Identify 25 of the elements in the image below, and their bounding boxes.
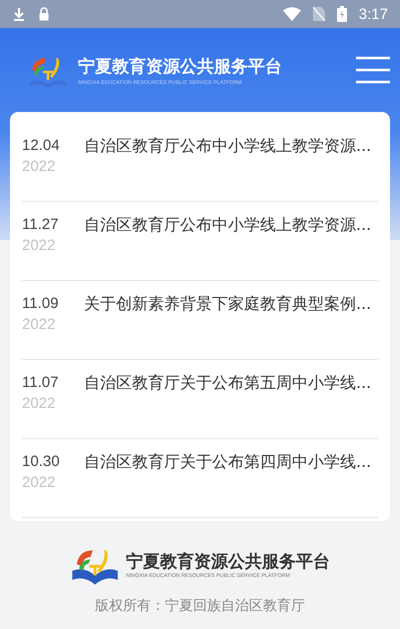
news-date: 11.09 (22, 294, 58, 314)
news-title[interactable]: 自治区教育厅公布中小学线上教学资源... (84, 136, 372, 156)
news-year: 2022 (22, 157, 56, 177)
news-title[interactable]: 自治区教育厅公布中小学线上教学资源... (84, 215, 372, 235)
news-date: 11.07 (22, 373, 58, 393)
news-year: 2022 (22, 473, 56, 493)
news-date: 10.30 (22, 452, 60, 472)
clock-time: 3:17 (358, 6, 388, 22)
news-title[interactable]: 自治区教育厅关于公布第五周中小学线... (84, 373, 372, 393)
platform-title: 宁夏教育资源公共服务平台 (78, 56, 283, 78)
news-date: 12.04 (22, 136, 60, 156)
news-year: 2022 (22, 236, 56, 256)
news-title[interactable]: 关于创新素养背景下家庭教育典型案例... (84, 294, 372, 314)
news-date: 11.27 (22, 215, 58, 235)
download-icon (12, 7, 26, 21)
news-title[interactable]: 自治区教育厅关于公布第四周中小学线... (84, 452, 372, 472)
news-year: 2022 (22, 315, 56, 335)
battery-charging-icon (336, 6, 347, 22)
no-sim-icon (312, 7, 325, 21)
menu-icon[interactable] (356, 56, 390, 84)
platform-title: 宁夏教育资源公共服务平台 (126, 550, 330, 572)
news-year: 2022 (22, 394, 56, 414)
copyright-text: 版权所有：宁夏回族自治区教育厅 (95, 597, 305, 615)
wifi-icon (282, 7, 301, 21)
lock-icon (38, 7, 50, 21)
